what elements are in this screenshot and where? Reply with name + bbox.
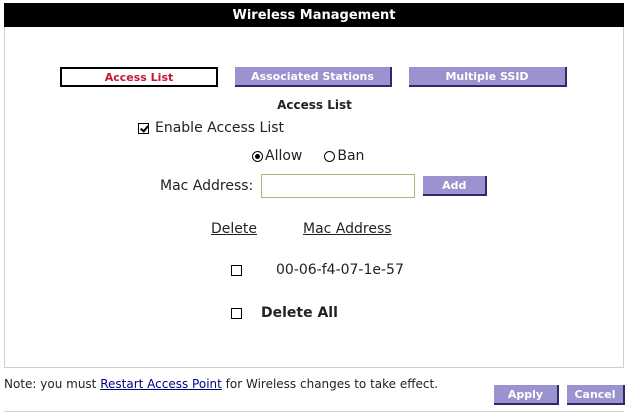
mac-address-label: Mac Address:	[160, 178, 254, 194]
delete-column-header: Delete	[211, 221, 257, 237]
add-button[interactable]: Add	[423, 176, 488, 196]
footer: Note: you must Restart Access Point for …	[4, 367, 625, 412]
cancel-button[interactable]: Cancel	[567, 385, 625, 405]
row-delete-checkbox[interactable]	[231, 264, 242, 276]
delete-all-row: Delete All	[231, 305, 338, 321]
delete-all-label: Delete All	[261, 305, 338, 321]
page-title-bar: Wireless Management	[4, 3, 624, 27]
tab-multiple-ssid-label: Multiple SSID	[445, 69, 529, 83]
note-prefix: Note: you must	[4, 377, 101, 391]
page-title: Wireless Management	[232, 7, 396, 23]
mac-column-header: Mac Address	[303, 221, 392, 237]
enable-access-list-checkbox[interactable]	[138, 122, 149, 134]
policy-radio-group: Allow Ban	[252, 148, 364, 164]
enable-access-list-label: Enable Access List	[155, 120, 284, 136]
allow-radio[interactable]	[252, 150, 263, 162]
tab-access-list[interactable]: Access List	[60, 67, 218, 87]
section-title: Access List	[277, 98, 352, 112]
tab-associated-stations-label: Associated Stations	[251, 69, 374, 83]
mac-address-form: Mac Address: Add	[160, 174, 488, 198]
ban-radio[interactable]	[324, 150, 336, 162]
list-item: 00-06-f4-07-1e-57	[231, 262, 404, 278]
restart-note: Note: you must Restart Access Point for …	[4, 376, 484, 392]
ban-radio-label: Ban	[337, 148, 365, 164]
mac-address-input[interactable]	[261, 174, 416, 198]
apply-button[interactable]: Apply	[494, 385, 559, 405]
note-suffix: for Wireless changes to take effect.	[221, 377, 439, 391]
enable-access-list-row: Enable Access List	[138, 120, 284, 136]
restart-access-point-link[interactable]: Restart Access Point	[100, 377, 222, 391]
delete-all-checkbox[interactable]	[231, 307, 242, 319]
tab-multiple-ssid[interactable]: Multiple SSID	[409, 67, 567, 87]
allow-radio-label: Allow	[265, 148, 303, 164]
row-mac-address: 00-06-f4-07-1e-57	[276, 262, 404, 278]
tab-access-list-label: Access List	[104, 70, 174, 84]
tab-associated-stations[interactable]: Associated Stations	[235, 67, 392, 87]
